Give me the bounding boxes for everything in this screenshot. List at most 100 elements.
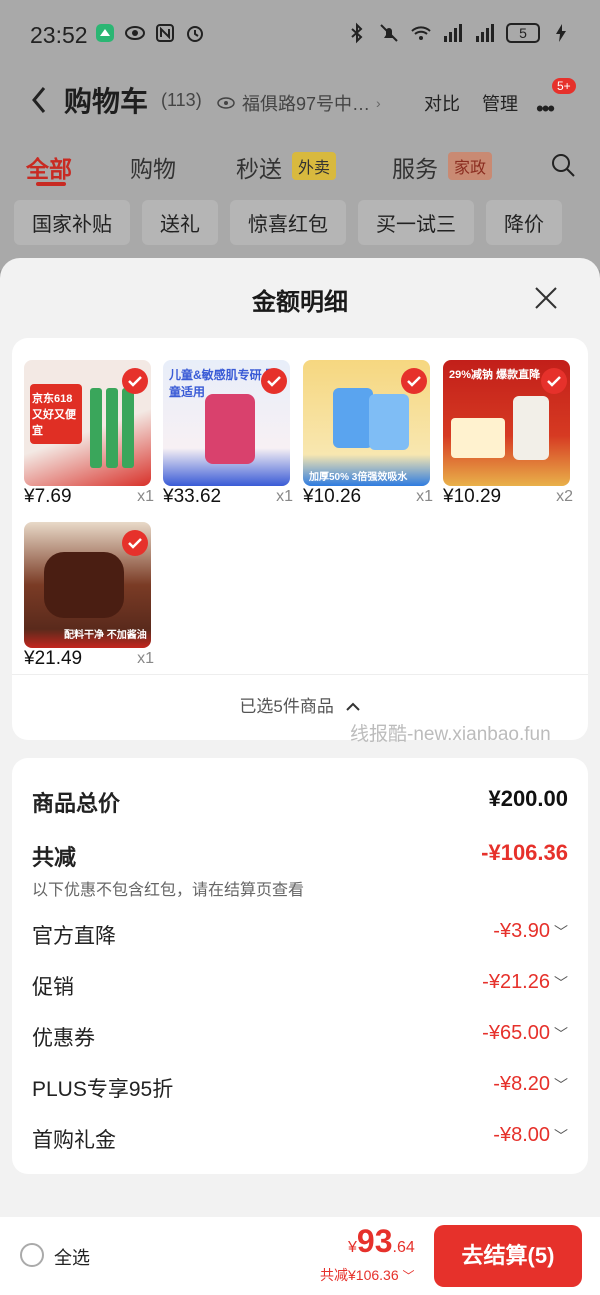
product-price: ¥33.62: [163, 486, 222, 507]
address-text: 福俱路97号中…: [242, 94, 371, 114]
discount-item-value: -¥8.00 ﹀: [493, 1124, 568, 1146]
product-price: ¥10.29: [443, 486, 502, 507]
delivery-address[interactable]: 福俱路97号中… ›: [216, 90, 381, 116]
search-icon[interactable]: [550, 152, 576, 178]
close-icon[interactable]: [532, 284, 560, 312]
cart-title: 购物车: [64, 86, 149, 117]
total-discount-text: 共减¥106.36: [320, 1267, 399, 1283]
chevron-down-icon: ﹀: [554, 1077, 568, 1093]
select-all-checkbox[interactable]: [20, 1243, 44, 1267]
product-qty: x1: [137, 488, 154, 505]
chevron-right-icon: ›: [376, 95, 381, 111]
checked-icon: [401, 368, 427, 394]
jiazheng-tag: 家政: [448, 152, 493, 180]
app-notification-icon: [94, 22, 116, 44]
product-price: ¥10.26: [303, 486, 362, 507]
cart-header: 购物车 (113) 福俱路97号中… › 对比 管理 ••• 5+: [0, 76, 600, 124]
tab-shopping[interactable]: 购物: [130, 150, 176, 184]
price-decimal: .64: [392, 1239, 415, 1256]
chip-red-envelope[interactable]: 惊喜红包: [230, 200, 346, 245]
cart-page-background: 23:52 5 购物车 (113) 福俱路97号中… › 对比 管理 ••• 5…: [0, 0, 600, 270]
cart-tabs: 全部 购物 秒送 外卖 服务 家政: [0, 148, 600, 188]
charging-icon: [550, 22, 572, 44]
status-time: 23:52: [30, 22, 88, 48]
compare-button[interactable]: 对比: [424, 90, 460, 116]
select-all-label[interactable]: 全选: [54, 1244, 90, 1270]
battery-indicator: 5: [506, 23, 540, 43]
discount-item-value: -¥8.20 ﹀: [493, 1073, 568, 1095]
discount-item-label: 官方直降: [32, 925, 116, 948]
discount-item-value: -¥3.90 ﹀: [493, 920, 568, 942]
eye-icon: [124, 22, 146, 44]
signal-icon-2: [474, 22, 496, 44]
chip-buy-one-try-three[interactable]: 买一试三: [358, 200, 474, 245]
manage-button[interactable]: 管理: [482, 90, 518, 116]
discount-value: -¥106.36: [481, 840, 568, 865]
discount-item-label: 促销: [32, 976, 74, 999]
checked-icon: [122, 368, 148, 394]
discount-label: 共减: [32, 845, 77, 870]
discount-note: 以下优惠不包含红包，请在结算页查看: [32, 882, 305, 899]
back-arrow-icon[interactable]: [28, 84, 50, 116]
chevron-down-icon: ﹀: [554, 975, 568, 991]
watermark: 线报酷-new.xianbao.fun: [350, 724, 551, 745]
discount-item-label: 优惠券: [32, 1027, 95, 1050]
product-item[interactable]: 儿童&敏感肌专研 婴童适用 ¥33.62 x1: [163, 360, 293, 508]
amount-detail-sheet: 金额明细 京东618 又好又便宜 ¥7.69 x1 儿童&敏感肌专研 婴童适用: [0, 258, 600, 1295]
selected-products-card: 京东618 又好又便宜 ¥7.69 x1 儿童&敏感肌专研 婴童适用 ¥33.6…: [12, 338, 588, 740]
selected-count-label: 已选5件商品: [239, 697, 334, 716]
signal-icon: [442, 22, 464, 44]
tab-instant-delivery[interactable]: 秒送: [236, 150, 282, 184]
checkout-bar: 全选 ¥93.64 共减¥106.36 ﹀ 去结算(5): [0, 1217, 600, 1295]
discount-item-label: PLUS专享95折: [32, 1078, 174, 1101]
chevron-down-icon: ﹀: [402, 1269, 415, 1283]
final-price: ¥93.64: [348, 1223, 415, 1260]
checked-icon: [541, 368, 567, 394]
tab-underline: [36, 182, 66, 186]
product-qty: x1: [416, 488, 433, 505]
tab-service[interactable]: 服务: [392, 150, 438, 184]
chevron-down-icon: ﹀: [554, 1128, 568, 1144]
product-thumb-text: 加厚50% 3倍强效吸水: [309, 472, 408, 483]
alarm-icon: [184, 22, 206, 44]
product-qty: x2: [556, 488, 573, 505]
wifi-icon: [410, 22, 432, 44]
price-integer: 93: [356, 1223, 393, 1259]
chevron-down-icon: ﹀: [554, 1026, 568, 1042]
nfc-icon: [154, 22, 176, 44]
waimai-tag: 外卖: [292, 152, 337, 180]
status-bar: 23:52 5: [0, 0, 600, 68]
discount-item-value: -¥21.26 ﹀: [482, 971, 568, 993]
filter-chips: 国家补贴 送礼 惊喜红包 买一试三 降价: [14, 200, 562, 245]
product-item[interactable]: 京东618 又好又便宜 ¥7.69 x1: [24, 360, 154, 508]
product-item[interactable]: 加厚50% 3倍强效吸水 ¥10.26 x1: [303, 360, 433, 508]
bluetooth-icon: [346, 22, 368, 44]
product-price: ¥7.69: [24, 486, 72, 507]
cart-count: (113): [161, 90, 202, 110]
message-badge: 5+: [552, 78, 576, 94]
mute-icon: [378, 22, 400, 44]
sheet-title: 金额明细: [252, 289, 348, 316]
product-price: ¥21.49: [24, 648, 83, 669]
checkout-button[interactable]: 去结算(5): [434, 1225, 582, 1287]
location-eye-icon: [217, 97, 235, 109]
currency-symbol: ¥: [348, 1239, 357, 1256]
product-thumb-text: 配料干净 不加酱油: [64, 630, 147, 641]
chip-gift[interactable]: 送礼: [142, 200, 218, 245]
product-qty: x1: [276, 488, 293, 505]
tab-all[interactable]: 全部: [26, 150, 72, 184]
chip-price-drop[interactable]: 降价: [486, 200, 562, 245]
total-discount-toggle[interactable]: 共减¥106.36 ﹀: [320, 1265, 415, 1285]
total-label: 商品总价: [32, 791, 121, 816]
price-summary-card: 商品总价 ¥200.00 共减 -¥106.36 以下优惠不包含红包，请在结算页…: [12, 758, 588, 1174]
discount-item-value: -¥65.00 ﹀: [482, 1022, 568, 1044]
product-thumb-text: 京东618 又好又便宜: [32, 393, 76, 437]
product-item[interactable]: 29%减钠 爆款直降 ¥10.29 x2: [443, 360, 573, 508]
checked-icon: [261, 368, 287, 394]
chip-national-subsidy[interactable]: 国家补贴: [14, 200, 130, 245]
total-value: ¥200.00: [488, 786, 568, 811]
more-menu-icon[interactable]: •••: [536, 96, 555, 122]
product-item[interactable]: 配料干净 不加酱油 ¥21.49 x1: [24, 522, 154, 670]
discount-item-label: 首购礼金: [32, 1129, 116, 1152]
product-qty: x1: [137, 650, 154, 667]
